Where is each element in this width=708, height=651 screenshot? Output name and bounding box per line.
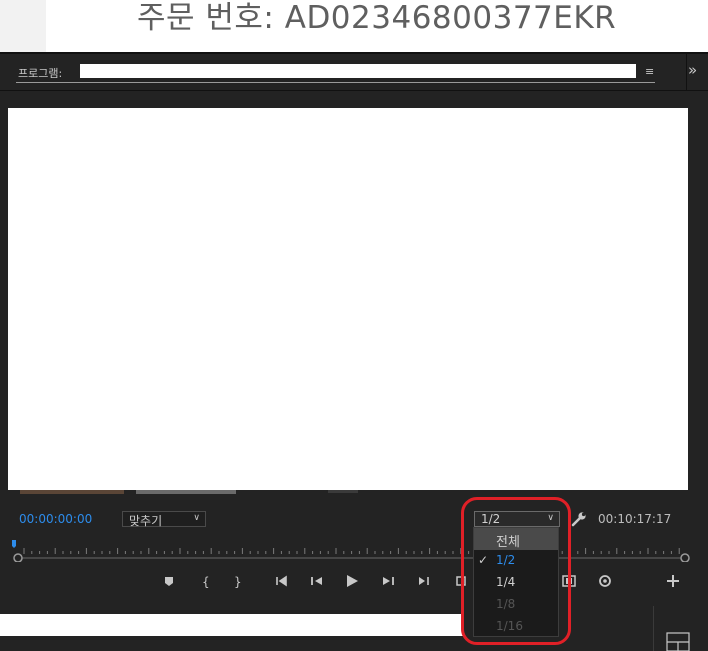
resolution-option-sixteenth: 1/16 — [474, 616, 558, 638]
chevron-down-icon: ∨ — [193, 513, 200, 523]
resolution-option-full[interactable]: 전체 — [474, 528, 558, 550]
header-separator — [0, 90, 708, 91]
panel-header-divider — [686, 54, 687, 90]
grid-icon[interactable] — [666, 632, 690, 651]
option-label: 1/2 — [496, 553, 516, 567]
zoom-level-select[interactable]: 맞추기 ∨ — [122, 511, 206, 528]
frame-edge-1 — [20, 490, 124, 494]
wrench-icon[interactable] — [570, 510, 588, 528]
program-monitor-panel: 프로그램: ≡ » 00:00:00:00 맞추기 ∨ 1/2 ∨ 00:10:… — [0, 52, 708, 602]
screenshot: 주문 번호: AD02346800377EKR 프로그램: ≡ » 00:00:… — [0, 0, 708, 651]
chevron-down-icon: ∨ — [547, 513, 554, 523]
svg-text:{: { — [202, 575, 210, 589]
playhead-timecode[interactable]: 00:00:00:00 — [19, 512, 92, 526]
zoom-level-value: 맞추기 — [129, 514, 163, 528]
go-to-in-icon[interactable] — [272, 570, 294, 594]
lower-panels — [0, 600, 708, 651]
go-to-out-icon[interactable] — [411, 570, 433, 594]
mark-out-icon[interactable]: } — [226, 570, 248, 594]
active-panel-underline — [16, 82, 655, 83]
panel-title[interactable]: 프로그램: — [18, 65, 62, 81]
step-forward-icon[interactable] — [377, 570, 399, 594]
panel-header: 프로그램: ≡ » — [0, 54, 708, 90]
panel-separator — [653, 606, 654, 651]
transport-controls: { } — [0, 570, 708, 600]
document-margin — [0, 0, 46, 52]
option-label: 1/8 — [496, 597, 516, 611]
resolution-option-eighth: 1/8 — [474, 594, 558, 616]
resolution-option-quarter[interactable]: 1/4 — [474, 572, 558, 594]
program-preview-frame[interactable] — [8, 108, 688, 490]
panel-overflow-icon[interactable]: » — [688, 61, 697, 79]
mark-in-icon[interactable]: { — [194, 570, 216, 594]
frame-edge-2 — [136, 490, 236, 494]
lower-panel-content — [0, 614, 463, 636]
sequence-duration-timecode: 00:10:17:17 — [598, 512, 672, 526]
panel-menu-icon[interactable]: ≡ — [645, 65, 654, 78]
loop-icon[interactable] — [594, 570, 616, 594]
resolution-option-half[interactable]: ✓ 1/2 — [474, 550, 558, 572]
background-document: 주문 번호: AD02346800377EKR — [0, 0, 708, 52]
video-frame-edge — [8, 490, 688, 495]
order-number-text: 주문 번호: AD02346800377EKR — [137, 0, 617, 36]
svg-text:}: } — [234, 575, 242, 589]
playback-resolution-value: 1/2 — [481, 512, 501, 526]
time-ruler[interactable] — [12, 540, 692, 562]
export-frame-icon[interactable] — [558, 570, 580, 594]
sequence-name-field[interactable] — [80, 64, 636, 78]
playback-resolution-select[interactable]: 1/2 ∨ — [474, 511, 560, 527]
frame-edge-3 — [328, 490, 358, 493]
step-back-icon[interactable] — [306, 570, 328, 594]
playback-resolution-dropdown: 전체 ✓ 1/2 1/4 1/8 1/16 — [473, 527, 559, 637]
add-marker-icon[interactable] — [158, 570, 180, 594]
option-label: 1/16 — [496, 619, 523, 633]
plus-icon[interactable] — [662, 570, 684, 594]
play-icon[interactable] — [341, 570, 363, 594]
option-label: 1/4 — [496, 575, 516, 589]
option-label: 전체 — [496, 535, 520, 550]
checkmark-icon: ✓ — [478, 553, 489, 567]
insert-icon[interactable] — [453, 570, 475, 594]
